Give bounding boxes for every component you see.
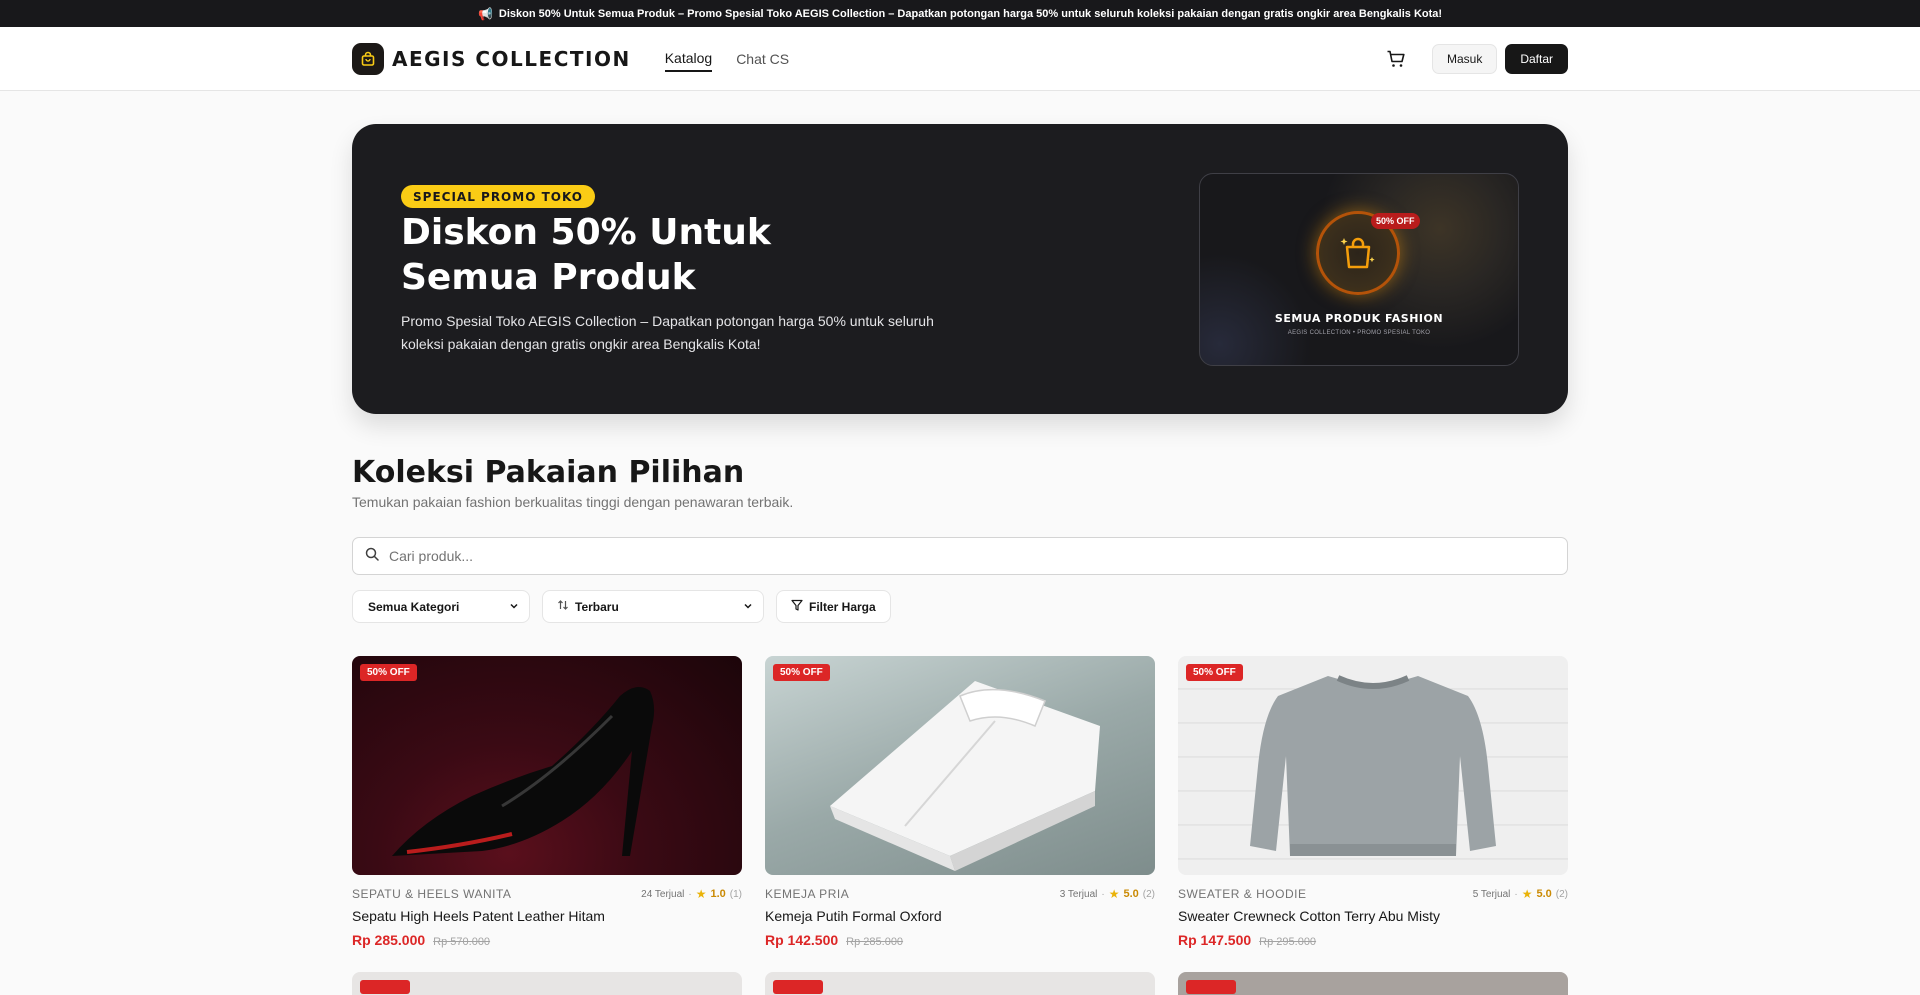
- cart-icon[interactable]: [1376, 43, 1416, 75]
- product-image[interactable]: [352, 972, 742, 995]
- rating-value: 1.0: [710, 888, 726, 900]
- product-image[interactable]: [1178, 972, 1568, 995]
- product-image[interactable]: 50% OFF: [352, 656, 742, 875]
- separator-dot: ·: [688, 888, 692, 900]
- promo-badge: SPECIAL PROMO TOKO: [401, 185, 595, 208]
- shopping-bag-icon: [352, 43, 384, 75]
- product-price: Rp 285.000: [352, 932, 426, 948]
- rating-value: 5.0: [1123, 888, 1139, 900]
- product-name[interactable]: Sweater Crewneck Cotton Terry Abu Misty: [1178, 908, 1568, 924]
- filter-icon: [791, 599, 803, 614]
- register-button[interactable]: Daftar: [1505, 44, 1568, 74]
- review-count: (1): [729, 888, 742, 900]
- rating-value: 5.0: [1536, 888, 1552, 900]
- discount-badge: 50% OFF: [360, 664, 417, 681]
- announcement-text: Diskon 50% Untuk Semua Produk – Promo Sp…: [498, 7, 1443, 20]
- hero-description: Promo Spesial Toko AEGIS Collection – Da…: [401, 313, 934, 352]
- chevron-down-icon: [743, 600, 753, 614]
- search-icon: [365, 547, 379, 566]
- product-old-price: Rp 570.000: [433, 936, 491, 948]
- product-category: SEPATU & HEELS WANITA: [352, 887, 512, 901]
- category-select-value: Semua Kategori: [368, 599, 460, 614]
- chevron-down-icon: [509, 600, 519, 614]
- price-filter-button[interactable]: Filter Harga: [776, 590, 891, 623]
- discount-badge: 50% OFF: [773, 664, 830, 681]
- discount-badge: [773, 980, 823, 994]
- nav-katalog[interactable]: Katalog: [664, 46, 713, 72]
- promo-banner: SPECIAL PROMO TOKO Diskon 50% Untuk Semu…: [352, 124, 1568, 414]
- discount-badge: [1186, 980, 1236, 994]
- star-icon: ★: [695, 887, 707, 901]
- product-price: Rp 142.500: [765, 932, 839, 948]
- discount-badge: [360, 980, 410, 994]
- separator-dot: ·: [1101, 888, 1105, 900]
- card-subtitle: AEGIS COLLECTION • PROMO SPESIAL TOKO: [1287, 330, 1431, 336]
- product-image[interactable]: 50% OFF: [765, 656, 1155, 875]
- login-button[interactable]: Masuk: [1431, 44, 1498, 74]
- product-old-price: Rp 295.000: [1259, 936, 1317, 948]
- sold-count: 24 Terjual: [641, 888, 685, 900]
- section-title: Koleksi Pakaian Pilihan: [352, 455, 745, 490]
- card-title: SEMUA PRODUK FASHION: [1274, 312, 1444, 325]
- discount-badge: 50% OFF: [1186, 664, 1243, 681]
- promo-card-image: 50% OFF SEMUA PRODUK FASHION AEGIS COLLE…: [1199, 173, 1519, 366]
- main-nav: Katalog Chat CS: [664, 46, 789, 72]
- price-filter-label: Filter Harga: [809, 599, 876, 614]
- product-grid: 50% OFF SEPATU & HEELS WANITA 24 Terjual…: [352, 656, 1568, 948]
- search-input[interactable]: [389, 548, 1567, 564]
- product-image[interactable]: 50% OFF: [1178, 656, 1568, 875]
- announcement-bar: 📢 Diskon 50% Untuk Semua Produk – Promo …: [0, 0, 1920, 27]
- product-name[interactable]: Sepatu High Heels Patent Leather Hitam: [352, 908, 742, 924]
- filter-bar: Semua Kategori Terbaru Filter Harga: [352, 590, 1568, 623]
- brand-name: AEGIS COLLECTION: [392, 47, 631, 71]
- card-discount-badge: 50% OFF: [1371, 213, 1420, 229]
- nav-chat-cs[interactable]: Chat CS: [736, 47, 789, 71]
- sold-count: 5 Terjual: [1472, 888, 1511, 900]
- product-category: SWEATER & HOODIE: [1178, 887, 1307, 901]
- hero-title: Diskon 50% Untuk Semua Produk: [401, 212, 771, 298]
- product-name[interactable]: Kemeja Putih Formal Oxford: [765, 908, 1155, 924]
- sold-count: 3 Terjual: [1059, 888, 1098, 900]
- product-price: Rp 147.500: [1178, 932, 1252, 948]
- brand-logo[interactable]: AEGIS COLLECTION: [352, 43, 631, 75]
- site-header: AEGIS COLLECTION Katalog Chat CS Masuk D…: [0, 27, 1920, 91]
- star-icon: ★: [1108, 887, 1120, 901]
- review-count: (2): [1142, 888, 1155, 900]
- product-card[interactable]: 50% OFF KEMEJA PRIA 3 Terjual · ★ 5.0 (2…: [765, 656, 1155, 948]
- star-icon: ★: [1521, 887, 1533, 901]
- search-bar: [352, 537, 1568, 575]
- separator-dot: ·: [1514, 888, 1518, 900]
- product-card[interactable]: 50% OFF SEPATU & HEELS WANITA 24 Terjual…: [352, 656, 742, 948]
- category-select[interactable]: Semua Kategori: [352, 590, 530, 623]
- sort-select[interactable]: Terbaru: [542, 590, 764, 623]
- product-grid-next-row: [352, 972, 1568, 995]
- product-card[interactable]: 50% OFF SWEATER & HOODIE 5 Terjual · ★ 5…: [1178, 656, 1568, 948]
- megaphone-icon: 📢: [477, 6, 493, 21]
- product-category: KEMEJA PRIA: [765, 887, 850, 901]
- sort-select-value: Terbaru: [575, 599, 619, 614]
- review-count: (2): [1555, 888, 1568, 900]
- product-old-price: Rp 285.000: [846, 936, 904, 948]
- sort-arrows-icon: [557, 599, 569, 614]
- section-subtitle: Temukan pakaian fashion berkualitas ting…: [352, 494, 794, 510]
- product-image[interactable]: [765, 972, 1155, 995]
